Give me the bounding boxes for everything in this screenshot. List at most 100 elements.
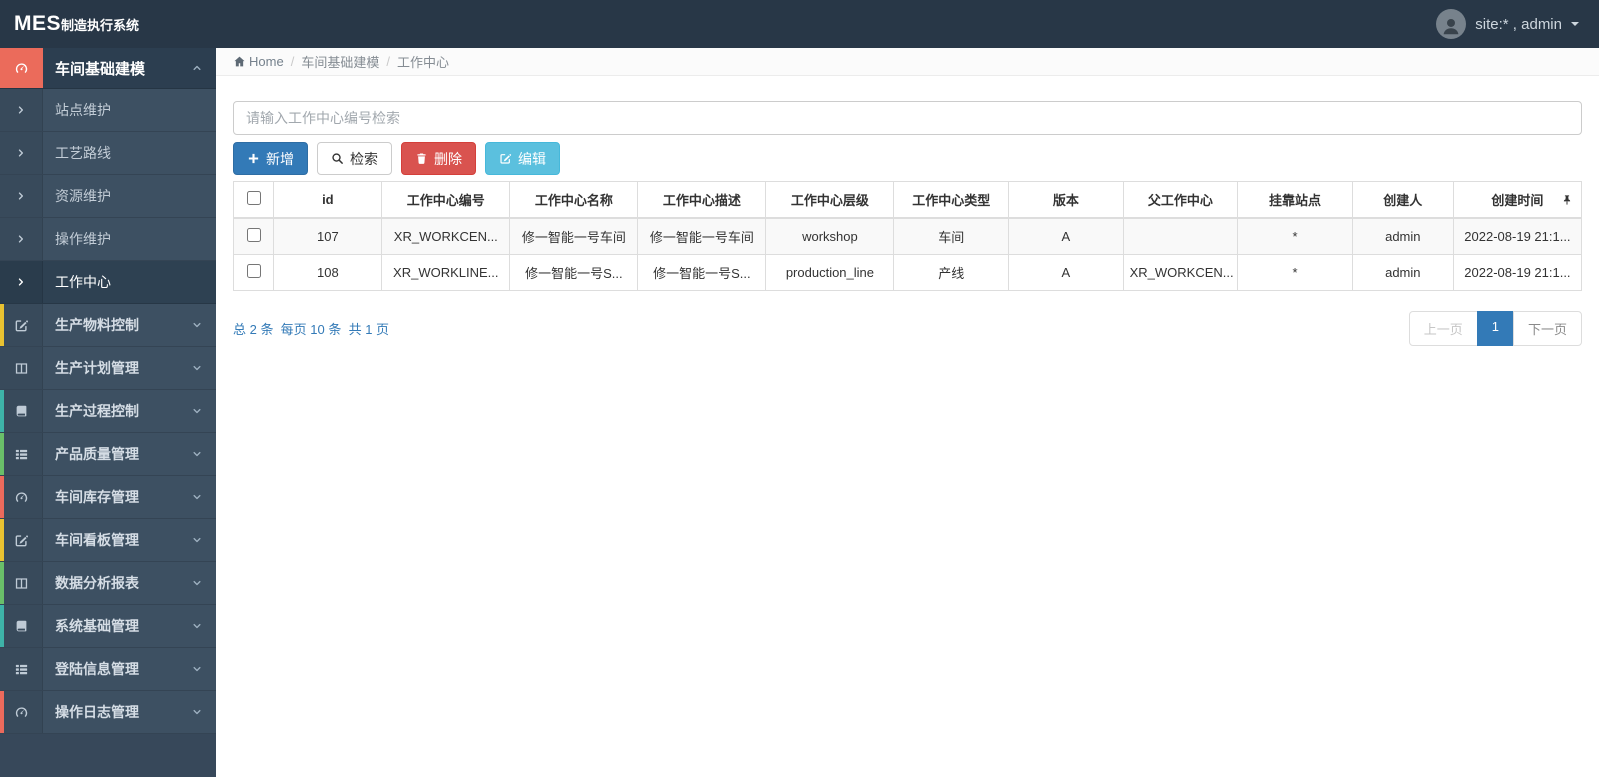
chevron-down-icon: [191, 562, 216, 604]
edit-button[interactable]: 编辑: [485, 142, 560, 175]
select-all-checkbox[interactable]: [246, 191, 261, 205]
next-page-button[interactable]: 下一页: [1512, 311, 1582, 346]
trash-icon: [415, 152, 428, 165]
col-header-parent[interactable]: 父工作中心: [1122, 181, 1239, 219]
sidebar-group-operation-log-management[interactable]: 操作日志管理: [0, 691, 216, 734]
edit-icon: [499, 152, 512, 165]
sidebar-group-data-analysis-report[interactable]: 数据分析报表: [0, 562, 216, 605]
sidebar-item-label: 操作维护: [55, 231, 111, 247]
edit-button-label: 编辑: [518, 150, 546, 167]
sidebar-group-workshop-kanban-management[interactable]: 车间看板管理: [0, 519, 216, 562]
sidebar-group-login-info-management[interactable]: 登陆信息管理: [0, 648, 216, 691]
col-header-version[interactable]: 版本: [1008, 181, 1124, 219]
logo-text-primary: MES: [14, 12, 62, 35]
page-button-1[interactable]: 1: [1476, 311, 1514, 346]
book-icon: [0, 390, 43, 432]
row-checkbox[interactable]: [246, 264, 261, 278]
sidebar-item-process-route[interactable]: 工艺路线: [0, 132, 216, 175]
cell-code: XR_WORKCEN...: [381, 217, 511, 255]
sidebar-group-label: 登陆信息管理: [55, 661, 139, 677]
sidebar-group-workshop-inventory-management[interactable]: 车间库存管理: [0, 476, 216, 519]
accent-bar: [0, 605, 4, 647]
plus-icon: [247, 152, 260, 165]
col-header-id[interactable]: id: [273, 181, 383, 219]
col-header-name[interactable]: 工作中心名称: [509, 181, 639, 219]
search-input[interactable]: [233, 101, 1582, 135]
accent-bar: [0, 691, 4, 733]
sidebar-group-label: 车间看板管理: [55, 532, 139, 548]
sidebar-item-station-maintenance[interactable]: 站点维护: [0, 89, 216, 132]
row-checkbox[interactable]: [246, 228, 261, 242]
chevron-down-icon: [191, 390, 216, 432]
accent-bar: [0, 347, 4, 389]
gauge-icon: [0, 48, 43, 88]
cell-station: *: [1237, 254, 1353, 291]
col-header-created-time[interactable]: 创建时间: [1452, 181, 1583, 219]
sidebar-group-label: 产品质量管理: [55, 446, 139, 462]
th-list-icon: [0, 433, 43, 475]
accent-bar: [0, 433, 4, 475]
col-header-label: 创建时间: [1491, 193, 1544, 208]
user-menu[interactable]: site:* , admin: [1436, 9, 1599, 39]
sidebar-group-system-basic-management[interactable]: 系统基础管理: [0, 605, 216, 648]
work-center-table: id 工作中心编号 工作中心名称 工作中心描述 工作中心层级 工作中心类型 版本…: [232, 181, 1583, 291]
accent-bar: [0, 390, 4, 432]
delete-button-label: 删除: [434, 150, 462, 167]
sidebar-item-resource-maintenance[interactable]: 资源维护: [0, 175, 216, 218]
sidebar-item-label: 工作中心: [55, 274, 111, 290]
chevron-up-icon: [191, 48, 216, 88]
user-icon: [1440, 15, 1462, 37]
sidebar-group-workshop-basic-modeling[interactable]: 车间基础建模: [0, 48, 216, 89]
chevron-down-icon: [191, 605, 216, 647]
chevron-down-icon: [191, 304, 216, 346]
main-content: Home / 车间基础建模 / 工作中心 新增 检索 删除 编辑: [216, 48, 1599, 777]
accent-bar: [0, 519, 4, 561]
sidebar-group-production-plan-management[interactable]: 生产计划管理: [0, 347, 216, 390]
accent-bar: [0, 562, 4, 604]
sidebar-group-product-quality-management[interactable]: 产品质量管理: [0, 433, 216, 476]
sidebar-item-operation-maintenance[interactable]: 操作维护: [0, 218, 216, 261]
col-header-type[interactable]: 工作中心类型: [893, 181, 1010, 219]
add-button[interactable]: 新增: [233, 142, 308, 175]
col-header-level[interactable]: 工作中心层级: [765, 181, 895, 219]
col-header-creator[interactable]: 创建人: [1351, 181, 1454, 219]
chevron-down-icon: [191, 648, 216, 690]
cell-id: 107: [273, 217, 383, 255]
cell-name: 修一智能一号S...: [509, 254, 639, 291]
gauge-icon: [0, 476, 43, 518]
sidebar-group-production-process-control[interactable]: 生产过程控制: [0, 390, 216, 433]
cell-id: 108: [273, 254, 383, 291]
search-button[interactable]: 检索: [317, 142, 392, 175]
breadcrumb-home-label: Home: [249, 54, 284, 69]
sidebar-item-work-center[interactable]: 工作中心: [0, 261, 216, 304]
accent-bar: [0, 304, 4, 346]
col-header-station[interactable]: 挂靠站点: [1237, 181, 1353, 219]
toolbar: 新增 检索 删除 编辑: [233, 142, 1582, 175]
prev-page-button[interactable]: 上一页: [1408, 311, 1478, 346]
sidebar-item-label: 站点维护: [55, 102, 111, 118]
chevron-right-icon: [0, 132, 43, 174]
breadcrumb-section[interactable]: 车间基础建模: [301, 52, 379, 71]
chevron-down-icon: [191, 347, 216, 389]
pin-icon[interactable]: [1561, 194, 1573, 206]
top-header: MES制造执行系统 site:* , admin: [0, 0, 1599, 48]
cell-type: 产线: [893, 254, 1010, 291]
cell-description: 修一智能一号S...: [637, 254, 767, 291]
sidebar-item-label: 工艺路线: [55, 145, 111, 161]
sidebar-group-label: 生产计划管理: [55, 360, 139, 376]
cell-station: *: [1237, 217, 1353, 255]
pagination: 上一页 1 下一页: [1408, 311, 1582, 346]
breadcrumb-home[interactable]: Home: [233, 54, 284, 69]
chevron-down-icon: [191, 519, 216, 561]
user-label: site:* , admin: [1475, 15, 1562, 33]
sidebar-group-label: 生产过程控制: [55, 403, 139, 419]
delete-button[interactable]: 删除: [401, 142, 476, 175]
sidebar: 车间基础建模 站点维护 工艺路线 资源维护 操作维护 工作中心 生产物料控制 生…: [0, 48, 216, 777]
col-header-description[interactable]: 工作中心描述: [637, 181, 767, 219]
sidebar-group-label: 生产物料控制: [55, 317, 139, 333]
col-header-code[interactable]: 工作中心编号: [381, 181, 511, 219]
app-logo[interactable]: MES制造执行系统: [0, 12, 139, 36]
chevron-down-icon: [191, 691, 216, 733]
cell-type: 车间: [893, 217, 1010, 255]
sidebar-group-production-material-control[interactable]: 生产物料控制: [0, 304, 216, 347]
